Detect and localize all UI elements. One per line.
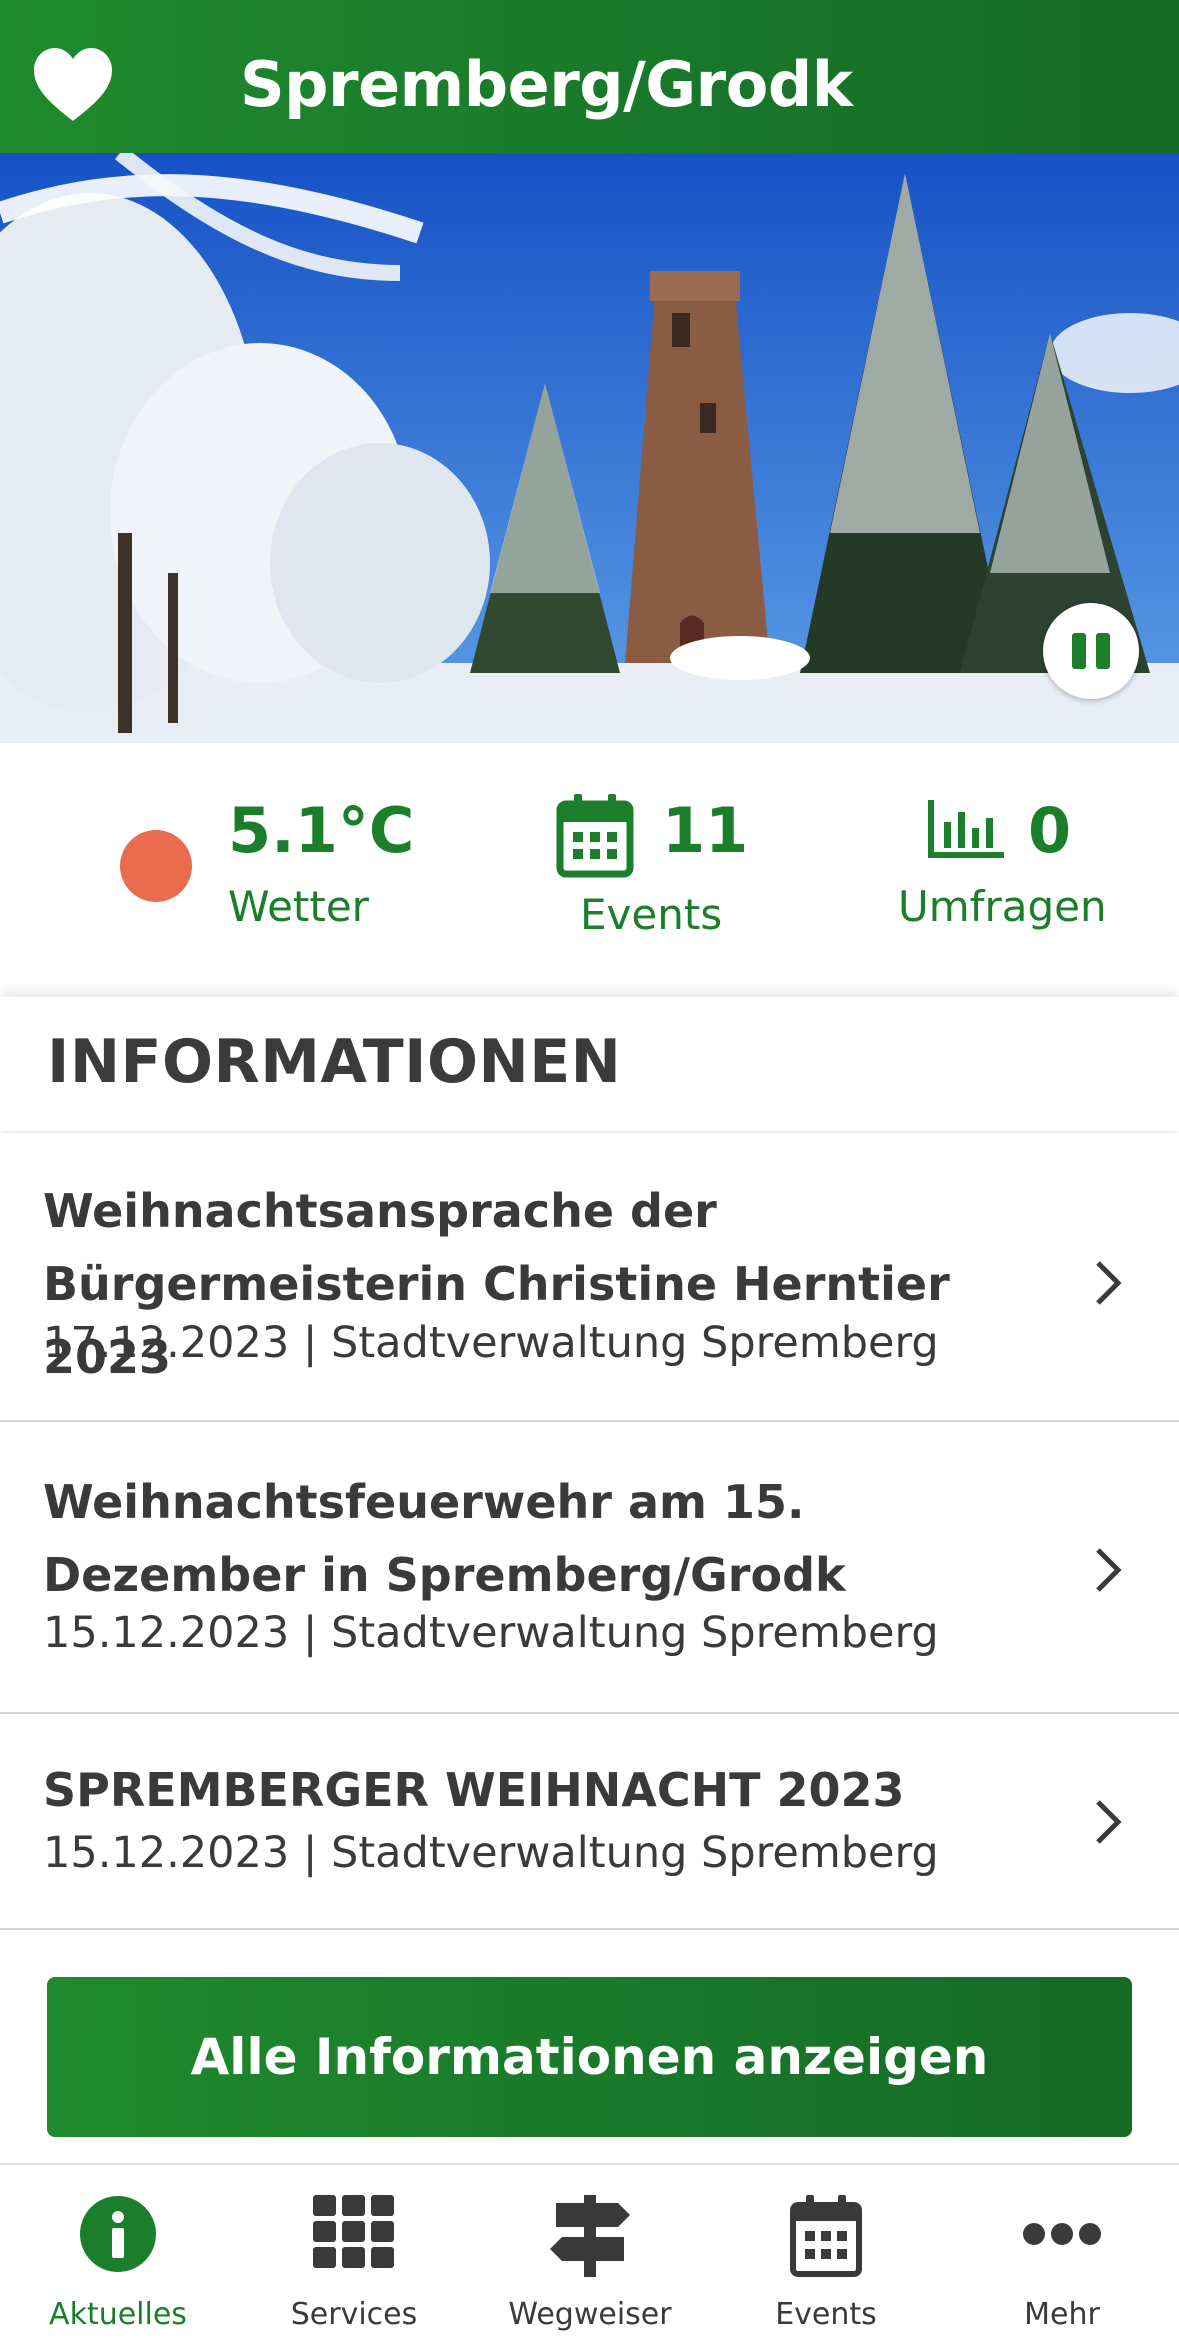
chevron-right-icon <box>1096 1548 1122 1592</box>
tab-aktuelles[interactable]: Aktuelles <box>0 2175 236 2345</box>
news-meta: 17.12.2023 | Stadtverwaltung Spremberg <box>43 1318 939 1368</box>
news-title: Weihnachtsfeuerwehr am 15. Dezember in S… <box>43 1475 846 1602</box>
polls-count[interactable]: 0 <box>1028 800 1071 862</box>
news-meta: 15.12.2023 | Stadtverwaltung Spremberg <box>43 1828 939 1878</box>
weather-label[interactable]: Wetter <box>228 886 369 928</box>
hero-image <box>0 153 1179 743</box>
news-meta: 15.12.2023 | Stadtverwaltung Spremberg <box>43 1608 939 1658</box>
heart-icon[interactable] <box>30 45 116 125</box>
news-item[interactable]: SPREMBERGER WEIHNACHT 2023 15.12.2023 | … <box>0 1714 1179 1930</box>
weather-sun-icon <box>120 830 192 902</box>
bottom-tab-bar: Aktuelles Services Wegweiser Events Mehr <box>0 2163 1179 2349</box>
app-title: Spremberg/Grodk <box>240 48 853 121</box>
section-heading: INFORMATIONEN <box>0 997 1179 1131</box>
events-label[interactable]: Events <box>580 894 722 936</box>
tab-events[interactable]: Events <box>708 2175 944 2345</box>
chevron-right-icon <box>1096 1261 1122 1305</box>
news-item[interactable]: Weihnachtsansprache der Bürgermeisterin … <box>0 1133 1179 1422</box>
polls-label[interactable]: Umfragen <box>898 886 1107 928</box>
app-header: Spremberg/Grodk <box>0 0 1179 153</box>
calendar-icon[interactable] <box>556 792 634 878</box>
tab-label: Services <box>290 2297 418 2332</box>
pause-icon <box>1072 633 1086 669</box>
tab-label: Wegweiser <box>508 2297 672 2332</box>
news-item[interactable]: Weihnachtsfeuerwehr am 15. Dezember in S… <box>0 1422 1179 1714</box>
tab-services[interactable]: Services <box>236 2175 472 2345</box>
show-all-information-button[interactable]: Alle Informationen anzeigen <box>47 1977 1132 2137</box>
calendar-icon <box>790 2195 862 2277</box>
chevron-right-icon <box>1096 1800 1122 1844</box>
bar-chart-icon[interactable] <box>928 800 1004 858</box>
tab-mehr[interactable]: Mehr <box>944 2175 1179 2345</box>
weather-temperature[interactable]: 5.1°C <box>228 800 414 862</box>
info-icon <box>80 2196 156 2272</box>
news-title: SPREMBERGER WEIHNACHT 2023 <box>43 1763 905 1817</box>
events-count[interactable]: 11 <box>662 800 748 862</box>
tab-label: Mehr <box>1024 2297 1100 2332</box>
more-icon <box>1023 2223 1101 2245</box>
tab-wegweiser[interactable]: Wegweiser <box>472 2175 708 2345</box>
section-title: INFORMATIONEN <box>47 1027 622 1097</box>
tab-label: Aktuelles <box>49 2297 187 2332</box>
tab-label: Events <box>775 2297 877 2332</box>
slideshow-pause-button[interactable] <box>1043 603 1139 699</box>
grid-icon <box>313 2195 394 2268</box>
signpost-icon <box>550 2195 630 2277</box>
